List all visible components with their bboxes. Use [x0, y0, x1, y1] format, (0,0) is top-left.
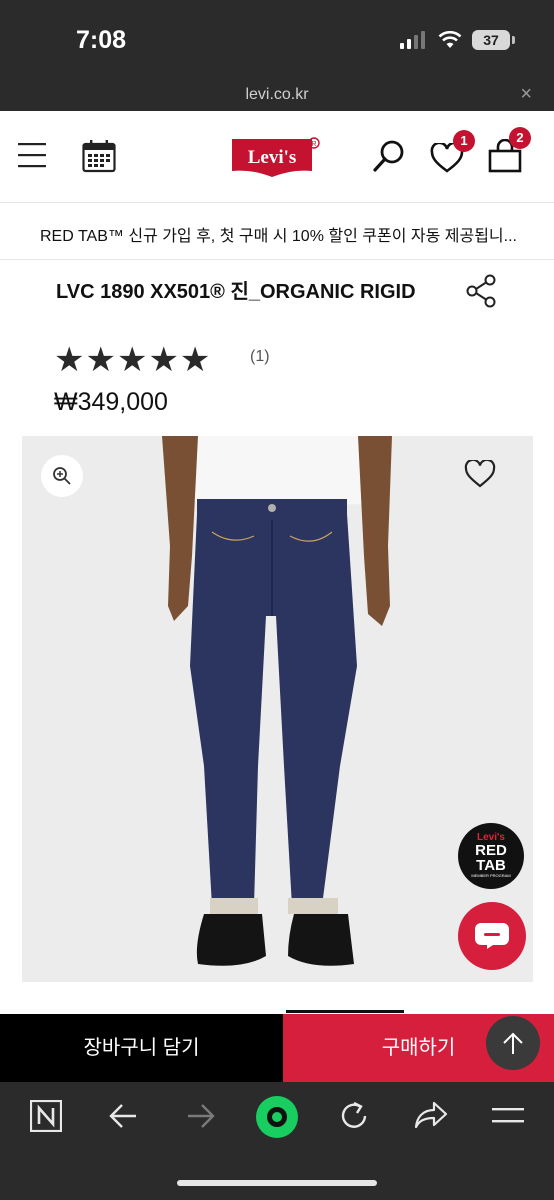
battery-indicator: 37	[472, 30, 515, 50]
forward-icon[interactable]	[186, 1102, 216, 1130]
back-icon[interactable]	[108, 1102, 138, 1130]
product-price: ₩349,000	[54, 388, 168, 416]
redtab-tab: TAB	[476, 857, 506, 874]
green-dot-button[interactable]	[256, 1096, 298, 1138]
search-icon[interactable]	[372, 139, 406, 173]
logo-text: Levi's	[248, 147, 297, 168]
purchase-actions: 장바구니 담기 구매하기	[0, 1014, 554, 1082]
arrow-up-icon	[503, 1032, 523, 1054]
reload-icon[interactable]	[338, 1100, 370, 1132]
promo-text[interactable]: RED TAB™ 신규 가입 후, 첫 구매 시 10% 할인 쿠폰이 자동 제…	[40, 222, 517, 246]
redtab-member: MEMBER PROGRAM	[471, 873, 511, 878]
redtab-badge[interactable]: Levi's RED TAB MEMBER PROGRAM	[458, 823, 524, 889]
review-count[interactable]: (1)	[250, 348, 270, 366]
green-dot-icon	[267, 1107, 287, 1127]
levis-logo[interactable]: R Levi's	[228, 135, 326, 179]
status-time: 7:08	[76, 26, 127, 54]
home-indicator	[177, 1180, 377, 1186]
cart-badge: 2	[509, 127, 531, 149]
site-header: R Levi's 1 2	[0, 111, 554, 203]
svg-text:R: R	[311, 141, 316, 148]
carousel-indicator	[286, 1010, 404, 1013]
zoom-button[interactable]	[41, 455, 83, 497]
share-icon[interactable]	[466, 274, 498, 308]
calendar-icon[interactable]	[82, 139, 116, 173]
share-page-icon[interactable]	[414, 1101, 448, 1129]
redtab-red: RED	[475, 842, 507, 859]
promo-banner[interactable]: RED TAB™ 신규 가입 후, 첫 구매 시 10% 할인 쿠폰이 자동 제…	[0, 204, 554, 260]
wifi-icon	[438, 31, 462, 48]
jeans-model-image	[22, 436, 533, 982]
product-image[interactable]: Levi's RED TAB MEMBER PROGRAM	[22, 436, 533, 982]
wishlist-badge: 1	[453, 130, 475, 152]
browser-menu-icon[interactable]	[492, 1106, 524, 1126]
chat-button[interactable]	[458, 902, 526, 970]
rating-stars: ★★★★★	[54, 341, 212, 379]
product-title: LVC 1890 XX501® 진_ORGANIC RIGID	[56, 281, 416, 303]
menu-icon[interactable]	[18, 142, 46, 168]
favorite-icon[interactable]	[464, 460, 496, 488]
chat-icon	[475, 923, 509, 949]
scroll-top-button[interactable]	[486, 1016, 540, 1070]
add-to-cart-button[interactable]: 장바구니 담기	[0, 1014, 283, 1082]
status-bar: 7:08 37	[0, 0, 554, 80]
status-icons: 37	[400, 30, 515, 50]
naver-home-icon[interactable]	[30, 1100, 62, 1132]
zoom-icon	[53, 467, 71, 485]
signal-icon	[400, 31, 425, 49]
url-text[interactable]: levi.co.kr	[0, 86, 554, 104]
url-bar[interactable]: levi.co.kr ×	[0, 80, 554, 111]
close-icon[interactable]: ×	[520, 83, 532, 106]
redtab-logo-text: Levi's	[477, 832, 505, 843]
